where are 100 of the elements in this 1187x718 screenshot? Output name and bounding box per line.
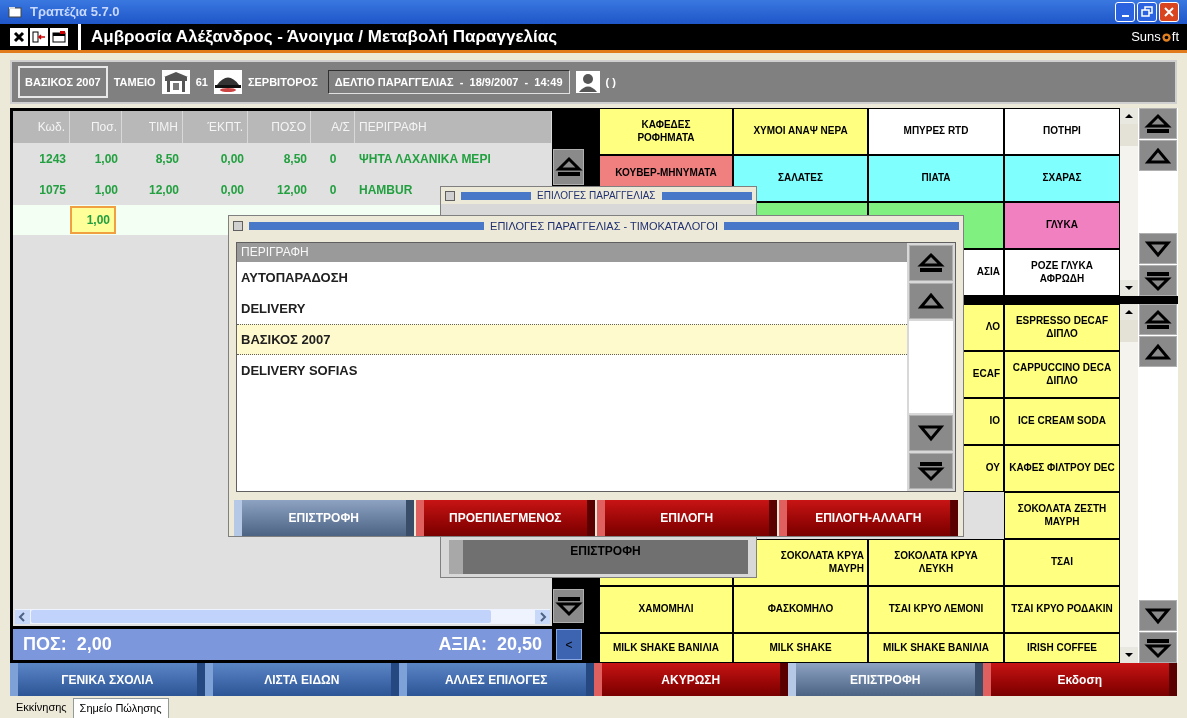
table-cell-text: 1,00 bbox=[93, 181, 119, 199]
dialog-button[interactable]: ΠΡΟΕΠΙΛΕΓΜΕΝΟΣ bbox=[415, 500, 595, 536]
window-icon bbox=[8, 6, 22, 18]
action-button[interactable]: ΑΛΛΕΣ ΕΠΙΛΟΓΕΣ bbox=[399, 663, 594, 696]
menu-tile[interactable]: ΤΣΑΙ bbox=[1004, 539, 1120, 586]
action-button[interactable]: ΛΙΣΤΑ ΕΙΔΩΝ bbox=[204, 663, 399, 696]
menu-tile[interactable]: ΧΥΜΟΙ ΑΝΑΨ ΝΕΡΑ bbox=[733, 108, 868, 155]
menu-tile[interactable]: MILK SHAKE bbox=[733, 633, 868, 663]
table-number: 61 bbox=[195, 74, 208, 90]
scroll-bottom-button[interactable] bbox=[553, 589, 584, 623]
list-button[interactable] bbox=[30, 28, 48, 46]
exit-button[interactable] bbox=[10, 28, 28, 46]
waiter-label: ΣΕΡΒΙΤΟΡΟΣ bbox=[247, 74, 318, 90]
scroll-down-button[interactable] bbox=[1139, 233, 1177, 264]
scroll-up-button[interactable] bbox=[1139, 140, 1177, 171]
maximize-button[interactable] bbox=[1137, 2, 1157, 22]
scroll-bottom-button[interactable] bbox=[1139, 632, 1177, 663]
menu-tile[interactable]: MILK SHAKE ΒΑΝΙΛΙΑ bbox=[599, 633, 733, 663]
scroll-top-button[interactable] bbox=[1139, 304, 1177, 335]
menu-tile[interactable]: MILK SHAKE ΒΑΝΙΛΙΑ bbox=[868, 633, 1004, 663]
screen-title: Αμβροσία Αλέξανδρος - Άνοιγμα / Μεταβολή Παραγγελίας bbox=[91, 26, 557, 49]
customer-label: ( ) bbox=[605, 74, 616, 90]
minimize-button[interactable] bbox=[1115, 2, 1135, 22]
menu-tile[interactable]: ΣΟΚΟΛΑΤΑ ΚΡΥΑ ΛΕΥΚΗ bbox=[868, 539, 1004, 586]
title-stripes bbox=[461, 191, 531, 200]
menu-tile[interactable]: ΤΣΑΙ ΚΡΥΟ ΛΕΜΟΝΙ bbox=[868, 586, 1004, 633]
table-cell-text: 0 bbox=[328, 181, 338, 199]
table-cell-text: ΨΗΤΑ ΛΑΧΑΝΙΚΑ ΜΕΡΙ bbox=[358, 150, 492, 168]
scroll-bottom-button[interactable] bbox=[909, 453, 953, 489]
table-cell-text: 8,50 bbox=[282, 150, 308, 168]
dialog-title: ΕΠΙΛΟΓΕΣ ΠΑΡΑΓΓΕΛΙΑΣ - ΤΙΜΟΚΑΤΑΛΟΓΟΙ bbox=[490, 218, 718, 234]
table-cell-text: 1075 bbox=[38, 181, 67, 199]
table-cell-text: 12,00 bbox=[275, 181, 308, 199]
menu-tile[interactable]: ΧΑΜΟΜΗΛΙ bbox=[599, 586, 733, 633]
menu-tile[interactable]: ESPRESSO DECAF ΔΙΠΛΟ bbox=[1004, 304, 1120, 351]
scroll-top-button[interactable] bbox=[909, 245, 953, 281]
scroll-up-button[interactable] bbox=[1139, 336, 1177, 367]
top-arrow-icon bbox=[554, 156, 583, 178]
close-button[interactable] bbox=[1159, 2, 1179, 22]
menu-tile[interactable]: IRISH COFFEE bbox=[1004, 633, 1120, 663]
scroll-down-button[interactable] bbox=[909, 415, 953, 451]
menu-tile[interactable]: ΚΑΦΕΣ ΦΙΛΤΡΟΥ DEC bbox=[1004, 445, 1120, 492]
window-button[interactable] bbox=[50, 28, 68, 46]
dialog-button[interactable]: ΕΠΙΛΟΓΗ-ΑΛΛΑΓΗ bbox=[778, 500, 958, 536]
return-button[interactable]: ΕΠΙΣΤΡΟΦΗ bbox=[449, 540, 748, 574]
menu-tile[interactable]: ΚΑΦΕΔΕΣ ΡΟΦΗΜΑΤΑ bbox=[599, 108, 733, 155]
action-button[interactable]: ΕΠΙΣΤΡΟΦΗ bbox=[788, 663, 983, 696]
scroll-top-button[interactable] bbox=[553, 149, 584, 185]
action-button[interactable]: ΑΚΥΡΩΣΗ bbox=[593, 663, 788, 696]
scroll-track[interactable] bbox=[909, 321, 953, 413]
vertical-scrollbar[interactable] bbox=[1120, 108, 1138, 296]
vertical-scrollbar[interactable] bbox=[1120, 304, 1138, 663]
menu-tile[interactable]: ΣΧΑΡΑΣ bbox=[1004, 155, 1120, 202]
table-cell-text: HAMBUR bbox=[358, 181, 414, 199]
window-menu-icon[interactable] bbox=[233, 221, 243, 231]
table-icon bbox=[161, 70, 190, 94]
horizontal-scrollbar[interactable] bbox=[15, 609, 550, 624]
price-list-label: ΒΑΣΙΚΟΣ 2007 bbox=[18, 65, 108, 99]
bottom-arrow-icon bbox=[1144, 269, 1172, 292]
menu-tile[interactable]: ΜΠΥΡΕΣ RTD bbox=[868, 108, 1004, 155]
menu-tile[interactable]: ΣΟΚΟΛΑΤΑ ΖΕΣΤΗ ΜΑΥΡΗ bbox=[1004, 492, 1120, 539]
table-cell-text: 1,00 bbox=[93, 150, 119, 168]
scroll-bottom-button[interactable] bbox=[1139, 265, 1177, 296]
gear-icon bbox=[1160, 31, 1172, 43]
dialog-button[interactable]: ΕΠΙΛΟΓΗ bbox=[597, 500, 777, 536]
menu-tile[interactable]: CAPPUCCINO DECA ΔΙΠΛΟ bbox=[1004, 351, 1120, 398]
menu-tile[interactable]: ΦΑΣΚΟΜΗΛΟ bbox=[733, 586, 868, 633]
menu-tile[interactable]: ΠΟΤΗΡΙ bbox=[1004, 108, 1120, 155]
table-cell-text: 0,00 bbox=[219, 181, 245, 199]
menu-tile[interactable]: ΠΙΑΤΑ bbox=[868, 155, 1004, 202]
list-item[interactable]: ΒΑΣΙΚΟΣ 2007 bbox=[237, 324, 907, 355]
action-button[interactable]: Εκδοση bbox=[982, 663, 1177, 696]
scroll-down-button[interactable] bbox=[1139, 600, 1177, 631]
scrollbar-thumb[interactable] bbox=[1120, 124, 1138, 146]
logo-text: ft bbox=[1171, 28, 1179, 47]
window-menu-icon[interactable] bbox=[445, 190, 455, 201]
action-button[interactable]: ΓΕΝΙΚΑ ΣΧΟΛΙΑ bbox=[10, 663, 205, 696]
menu-tile[interactable]: ΣΑΛΑΤΕΣ bbox=[733, 155, 868, 202]
cloche-icon bbox=[213, 70, 242, 94]
tab[interactable]: Σημείο Πώλησης bbox=[72, 698, 169, 718]
back-button[interactable]: < bbox=[556, 629, 582, 660]
scrollbar-thumb[interactable] bbox=[1120, 320, 1138, 342]
table-cell-text: 1243 bbox=[38, 150, 67, 168]
person-icon bbox=[575, 71, 600, 93]
window-title: Τραπέζια 5.7.0 bbox=[30, 3, 120, 22]
menu-tile[interactable]: ICE CREAM SODA bbox=[1004, 398, 1120, 445]
menu-tile[interactable]: ΡΟΖΕ ΓΛΥΚΑ ΑΦΡΩΔΗ bbox=[1004, 249, 1120, 296]
column-header: Κωδ. bbox=[13, 111, 70, 143]
scroll-top-button[interactable] bbox=[1139, 108, 1177, 139]
register-label: ΤΑΜΕΙΟ bbox=[113, 74, 156, 90]
table-cell-text: 0,00 bbox=[219, 150, 245, 168]
dialog-button[interactable]: ΕΠΙΣΤΡΟΦΗ bbox=[234, 500, 414, 536]
window-icon bbox=[52, 31, 66, 43]
list-arrow-icon bbox=[32, 31, 46, 43]
column-header: Α/Σ bbox=[311, 111, 355, 143]
scroll-up-button[interactable] bbox=[909, 283, 953, 319]
menu-tile[interactable]: ΤΣΑΙ ΚΡΥΟ ΡΟΔΑΚΙΝ bbox=[1004, 586, 1120, 633]
table-cell-text: 12,00 bbox=[147, 181, 180, 199]
menu-tile[interactable]: ΓΛΥΚΑ bbox=[1004, 202, 1120, 249]
column-header: Ποσ. bbox=[70, 111, 122, 143]
